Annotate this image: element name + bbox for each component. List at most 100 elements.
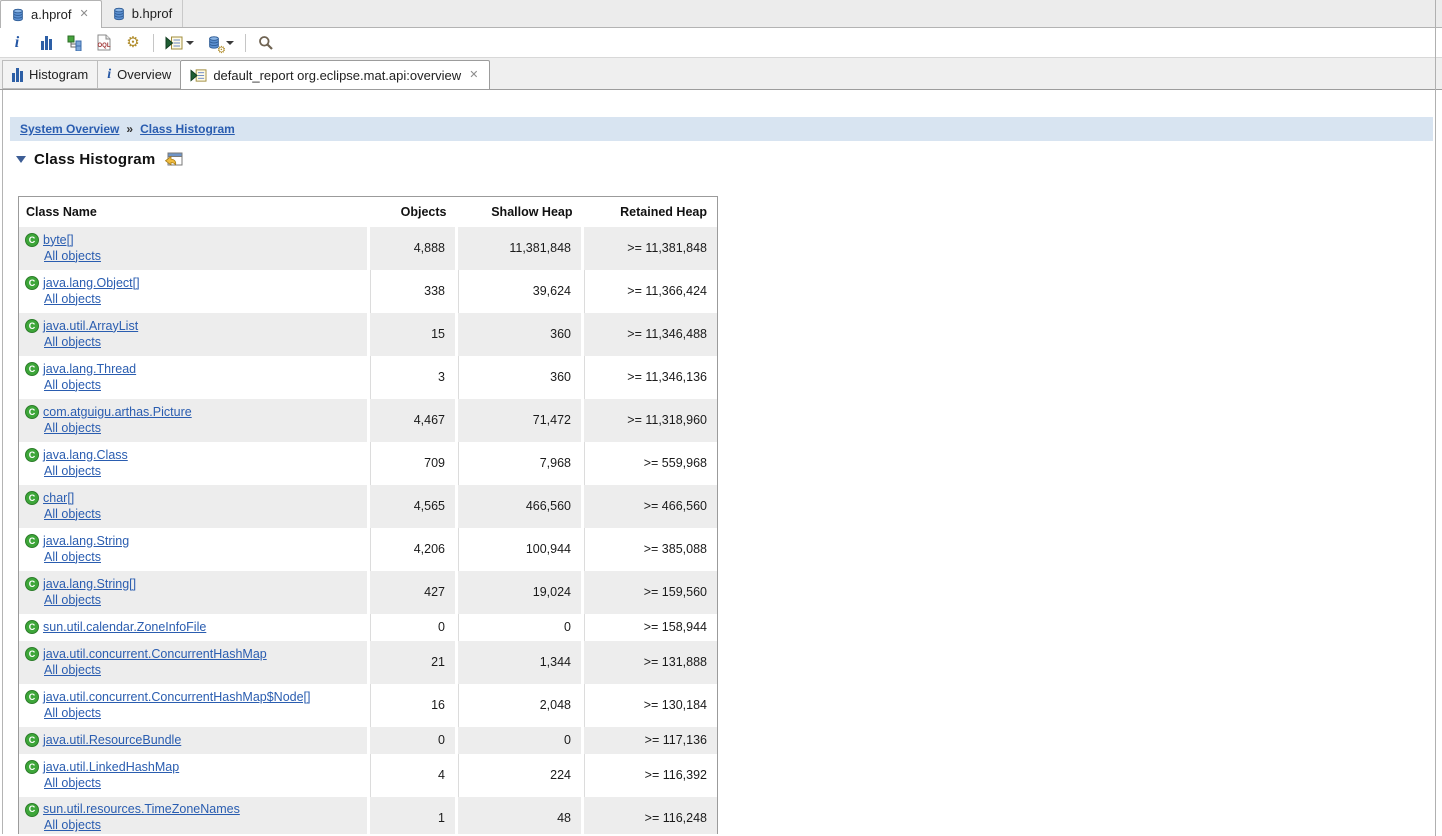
class-name-link[interactable]: sun.util.resources.TimeZoneNames [43, 802, 240, 817]
class-name-link[interactable]: java.lang.Object[] [43, 276, 140, 291]
all-objects-link[interactable]: All objects [44, 378, 101, 393]
histogram-icon [40, 35, 52, 50]
shallow-heap-cell: 71,472 [455, 398, 583, 442]
chevron-down-icon[interactable] [226, 40, 234, 45]
gear-icon: ⚙ [217, 44, 226, 56]
class-icon: C [25, 577, 39, 591]
objects-cell: 338 [367, 269, 457, 313]
objects-cell: 0 [367, 726, 457, 754]
class-name-link[interactable]: java.lang.Thread [43, 362, 136, 377]
overview-button[interactable]: i [8, 32, 26, 54]
all-objects-link[interactable]: All objects [44, 335, 101, 350]
open-in-editor-icon[interactable] [163, 152, 183, 167]
editor-tab-b-hprof[interactable]: b.hprof [102, 0, 184, 27]
dominator-tree-button[interactable] [66, 32, 84, 54]
column-header-retained-heap[interactable]: Retained Heap [582, 196, 718, 227]
retained-heap-cell: >= 117,136 [581, 726, 718, 754]
tab-default-report[interactable]: default_report org.eclipse.mat.api:overv… [180, 60, 491, 90]
retained-heap-cell: >= 466,560 [581, 484, 718, 528]
class-name-link[interactable]: byte[] [43, 233, 74, 248]
all-objects-link[interactable]: All objects [44, 593, 101, 608]
class-name-link[interactable]: java.util.ResourceBundle [43, 733, 181, 748]
all-objects-link[interactable]: All objects [44, 292, 101, 307]
all-objects-link[interactable]: All objects [44, 706, 101, 721]
class-name-link[interactable]: sun.util.calendar.ZoneInfoFile [43, 620, 206, 635]
class-name-link[interactable]: java.util.LinkedHashMap [43, 760, 179, 775]
shallow-heap-cell: 360 [455, 312, 583, 356]
class-name-link[interactable]: char[] [43, 491, 74, 506]
class-name-link[interactable]: java.util.concurrent.ConcurrentHashMap [43, 647, 267, 662]
shallow-heap-cell: 466,560 [455, 484, 583, 528]
objects-cell: 4,467 [367, 398, 457, 442]
toolbar-separator [153, 33, 154, 52]
class-icon: C [25, 802, 39, 817]
info-icon: i [14, 33, 20, 51]
retained-heap-cell: >= 11,318,960 [581, 398, 718, 442]
page-title: Class Histogram [34, 150, 156, 168]
close-icon[interactable]: ✕ [467, 69, 480, 82]
class-icon: C [25, 276, 39, 290]
all-objects-link[interactable]: All objects [44, 663, 101, 678]
all-objects-link[interactable]: All objects [44, 249, 101, 264]
heap-dump-settings-button[interactable]: ⚙ [205, 32, 226, 56]
breadcrumb-link-system-overview[interactable]: System Overview [20, 122, 119, 136]
class-name-link[interactable]: java.util.ArrayList [43, 319, 138, 334]
editor-tab-bar: a.hprof ✕ b.hprof [0, 0, 1442, 28]
collapse-arrow-icon[interactable] [16, 155, 26, 163]
class-cell: C java.util.concurrent.ConcurrentHashMap… [19, 684, 369, 727]
tab-histogram[interactable]: Histogram [2, 60, 98, 89]
retained-heap-cell: >= 559,968 [581, 441, 718, 485]
search-button[interactable] [257, 32, 275, 54]
column-header-class-name[interactable]: Class Name [18, 196, 369, 227]
gear-icon: ⚙ [126, 34, 140, 51]
shallow-heap-cell: 2,048 [455, 683, 583, 727]
all-objects-link[interactable]: All objects [44, 464, 101, 479]
search-icon [259, 35, 273, 50]
class-histogram-table: Class Name Objects Shallow Heap Retained… [18, 196, 718, 834]
class-name-link[interactable]: java.lang.String[] [43, 577, 136, 592]
class-name-link[interactable]: java.lang.Class [43, 448, 128, 463]
expert-report-icon [190, 68, 207, 82]
class-icon: C [25, 319, 39, 333]
editor-tab-a-hprof[interactable]: a.hprof ✕ [0, 0, 102, 28]
table-row: C com.atguigu.arthas.Picture All objects… [18, 398, 718, 442]
all-objects-link[interactable]: All objects [44, 507, 101, 522]
class-name-link[interactable]: com.atguigu.arthas.Picture [43, 405, 192, 420]
all-objects-link[interactable]: All objects [44, 421, 101, 436]
table-row: C java.lang.Thread All objects 3 360 >= … [19, 355, 718, 399]
shallow-heap-cell: 7,968 [455, 441, 583, 485]
run-expert-report-button[interactable] [165, 32, 183, 54]
histogram-button[interactable] [37, 32, 55, 54]
view-tab-bar: Histogram i Overview default_report org.… [0, 58, 1442, 90]
expert-report-icon [165, 35, 183, 50]
class-name-link[interactable]: java.util.concurrent.ConcurrentHashMap$N… [43, 690, 311, 705]
histogram-icon [12, 67, 23, 82]
class-cell: C java.util.ArrayList All objects [18, 312, 369, 356]
oql-button[interactable]: OQL [95, 32, 113, 54]
table-row: C sun.util.resources.TimeZoneNames All o… [18, 796, 718, 834]
class-icon: C [25, 647, 39, 661]
retained-heap-cell: >= 116,392 [581, 753, 718, 797]
table-row: C java.util.LinkedHashMap All objects 4 … [19, 753, 718, 797]
info-icon: i [107, 66, 112, 82]
retained-heap-cell: >= 130,184 [581, 683, 718, 727]
breadcrumb-link-class-histogram[interactable]: Class Histogram [140, 122, 235, 136]
all-objects-link[interactable]: All objects [44, 818, 101, 833]
column-header-shallow-heap[interactable]: Shallow Heap [456, 196, 583, 227]
customize-retained-set-button[interactable]: ⚙ [124, 32, 142, 54]
class-cell: C java.lang.String All objects [19, 528, 369, 571]
chevron-down-icon[interactable] [186, 40, 194, 45]
class-icon: C [25, 690, 39, 704]
objects-cell: 427 [367, 570, 457, 614]
table-row: C char[] All objects 4,565 466,560 >= 46… [18, 484, 718, 528]
shallow-heap-cell: 0 [455, 726, 583, 754]
class-icon: C [25, 760, 39, 774]
class-name-link[interactable]: java.lang.String [43, 534, 129, 549]
tab-overview[interactable]: i Overview [97, 60, 181, 89]
column-header-objects[interactable]: Objects [368, 196, 457, 227]
close-icon[interactable]: ✕ [77, 8, 90, 21]
all-objects-link[interactable]: All objects [44, 550, 101, 565]
class-cell: C com.atguigu.arthas.Picture All objects [18, 398, 369, 442]
all-objects-link[interactable]: All objects [44, 776, 101, 791]
breadcrumb-separator: » [126, 122, 134, 136]
